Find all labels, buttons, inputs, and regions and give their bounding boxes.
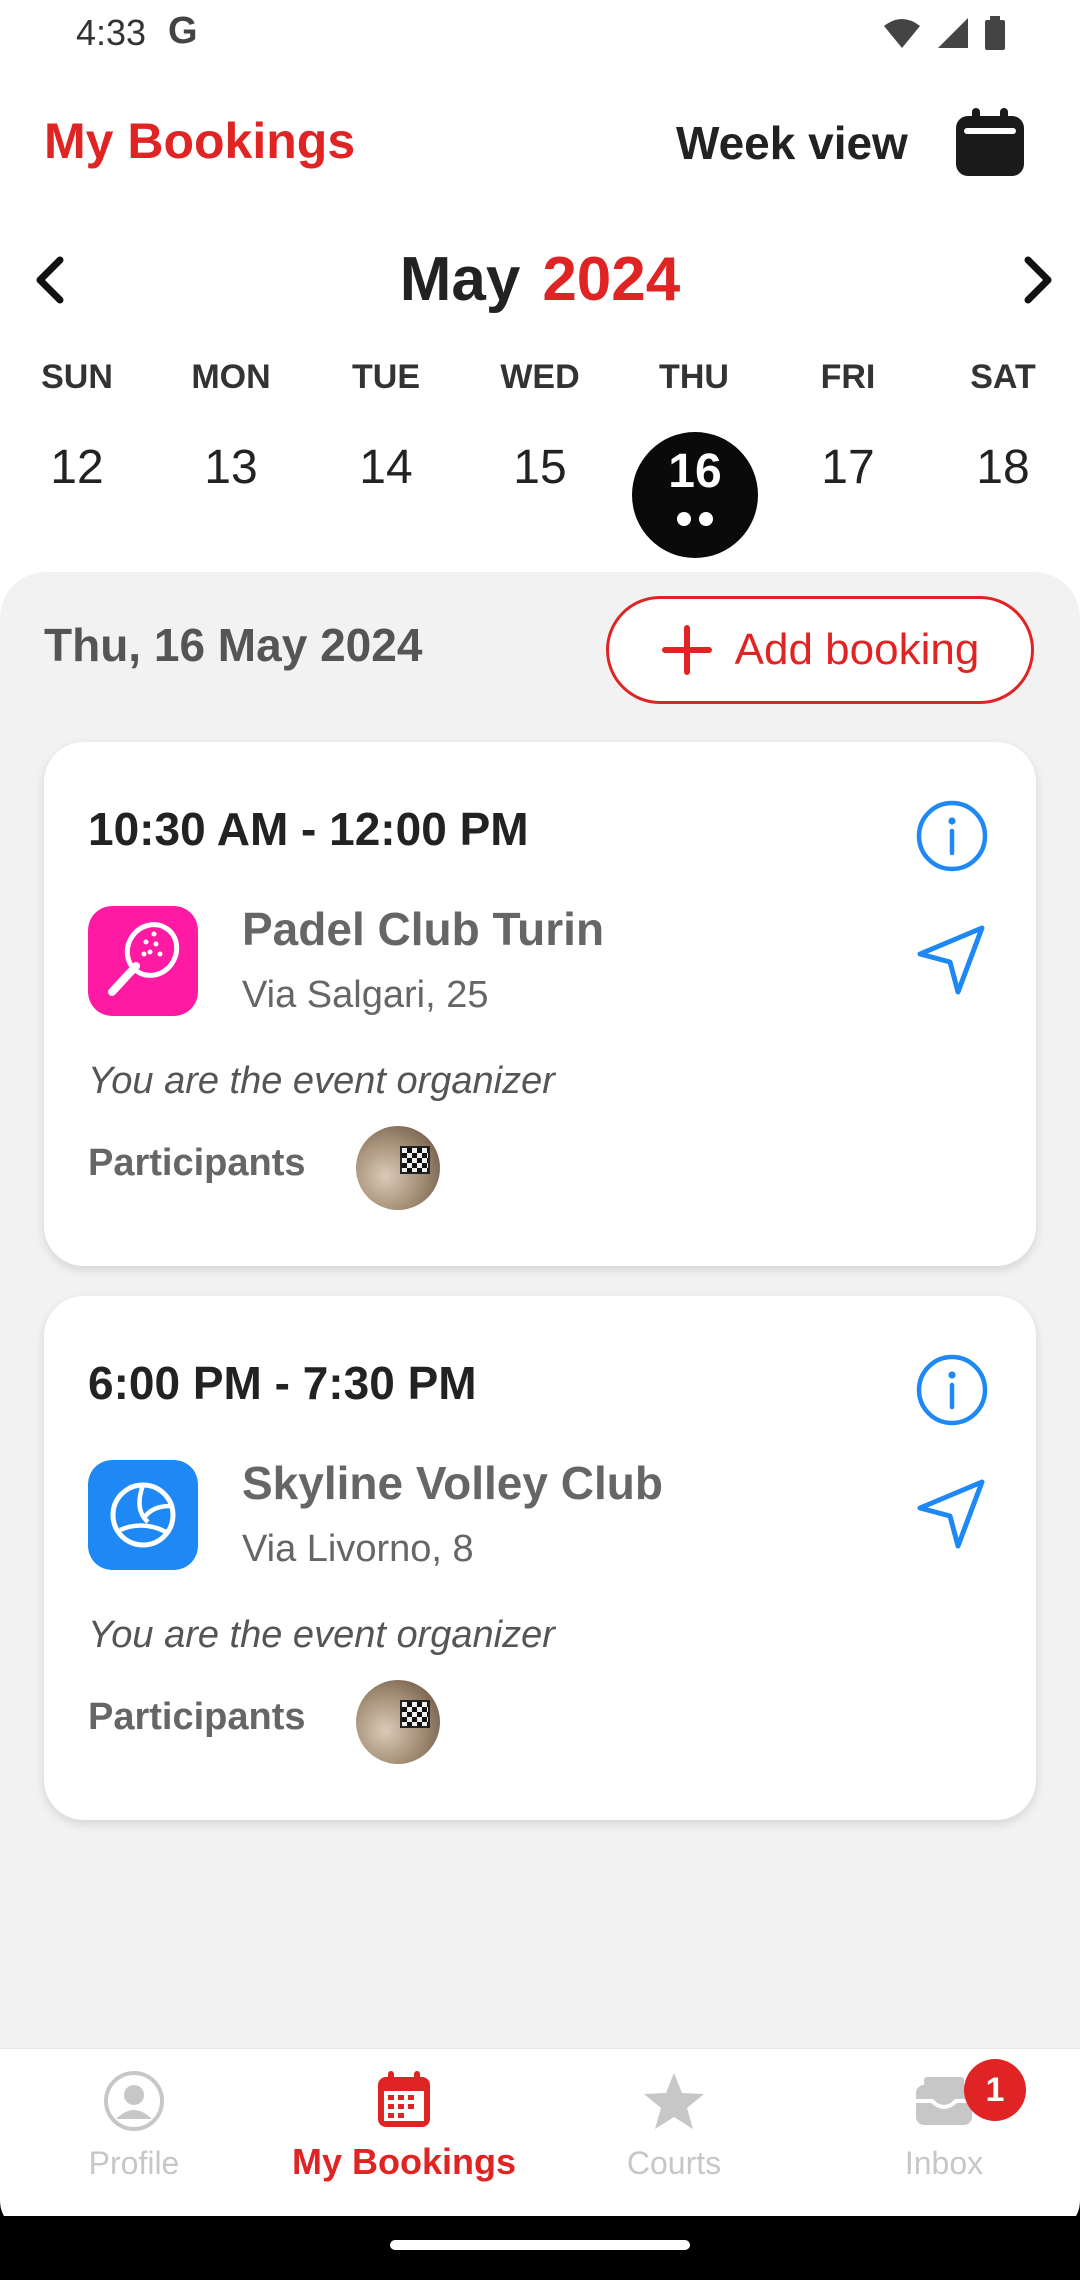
weekday-row: SUN MON TUE WED THU FRI SAT (0, 358, 1080, 408)
tab-my-bookings[interactable]: My Bookings (284, 2069, 524, 2183)
screen: 4:33 G My Bookings Week view May 2024 SUN… (0, 0, 1080, 2280)
home-indicator[interactable] (390, 2240, 690, 2250)
chevron-right-icon[interactable] (1006, 250, 1066, 310)
weekday-label: SUN (41, 358, 113, 396)
date-cell[interactable]: 14 (326, 440, 446, 495)
venue-name: Skyline Volley Club (242, 1457, 663, 1509)
add-booking-label: Add booking (734, 625, 980, 674)
date-cell[interactable]: 18 (943, 440, 1063, 495)
organizer-note: You are the event organizer (88, 1060, 555, 1102)
weekday-label: TUE (352, 358, 420, 396)
google-icon: G (168, 10, 198, 52)
wifi-icon (884, 19, 920, 48)
page-title: My Bookings (44, 113, 356, 169)
month-title: May 2024 (0, 244, 1080, 315)
date-cell[interactable]: 17 (788, 440, 908, 495)
calendar-icon[interactable] (954, 108, 1026, 178)
date-cell[interactable]: 15 (480, 440, 600, 495)
date-row: 12 13 14 15 17 18 (0, 440, 1080, 560)
venue-address: Via Salgari, 25 (242, 974, 489, 1016)
status-bar: 4:33 G (0, 0, 1080, 70)
tab-label: Inbox (904, 2145, 984, 2181)
selected-day-label: Thu, 16 May 2024 (44, 619, 423, 671)
tab-profile[interactable]: Profile (14, 2069, 254, 2182)
star-icon (644, 2073, 704, 2129)
tab-inbox[interactable]: 1 Inbox (824, 2059, 1064, 2182)
tab-label: Courts (626, 2145, 722, 2181)
inbox-badge: 1 (964, 2059, 1026, 2121)
tab-courts[interactable]: Courts (554, 2069, 794, 2182)
calendar-icon (378, 2071, 430, 2127)
padel-racket-icon (88, 906, 198, 1016)
status-icons (882, 16, 1006, 50)
venue-address: Via Livorno, 8 (242, 1528, 474, 1570)
navigation-icon[interactable] (912, 1474, 992, 1554)
add-booking-button[interactable]: Add booking (606, 596, 1034, 704)
selected-date-number: 16 (668, 445, 722, 498)
participant-avatar[interactable] (356, 1680, 440, 1764)
month-name: May (399, 245, 521, 314)
participants-label: Participants (88, 1696, 306, 1738)
navigation-icon[interactable] (912, 920, 992, 1000)
weekday-label: THU (659, 358, 729, 396)
weekday-label: WED (500, 358, 580, 396)
date-cell[interactable]: 12 (17, 440, 137, 495)
booking-dots (632, 512, 758, 526)
plus-icon (661, 625, 712, 675)
date-cell[interactable]: 13 (171, 440, 291, 495)
organizer-note: You are the event organizer (88, 1614, 555, 1656)
selected-date-cell[interactable]: 16 (632, 432, 758, 558)
profile-icon (104, 2071, 164, 2131)
weekday-label: FRI (820, 358, 876, 396)
status-time: 4:33 (76, 12, 147, 53)
booking-card[interactable]: 6:00 PM - 7:30 PM Skyline Volley Club Vi… (44, 1296, 1036, 1820)
tab-label: Profile (88, 2145, 180, 2181)
participant-avatar[interactable] (356, 1126, 440, 1210)
participants-label: Participants (88, 1142, 306, 1184)
signal-icon (938, 18, 968, 48)
weekday-label: MON (191, 358, 271, 396)
month-year: 2024 (542, 245, 681, 314)
booking-time: 10:30 AM - 12:00 PM (88, 803, 529, 855)
weekday-label: SAT (970, 358, 1036, 396)
info-icon[interactable] (914, 1352, 990, 1428)
week-view-button[interactable]: Week view (676, 116, 908, 170)
booking-time: 6:00 PM - 7:30 PM (88, 1357, 477, 1409)
tab-label: My Bookings (291, 2141, 516, 2182)
volleyball-icon (88, 1460, 198, 1570)
battery-icon (985, 16, 1005, 50)
booking-card[interactable]: 10:30 AM - 12:00 PM Padel Club Turin Via… (44, 742, 1036, 1266)
venue-name: Padel Club Turin (242, 903, 605, 955)
info-icon[interactable] (914, 798, 990, 874)
bottom-nav: Profile My Bookings Courts 1 Inbox (0, 2048, 1080, 2216)
